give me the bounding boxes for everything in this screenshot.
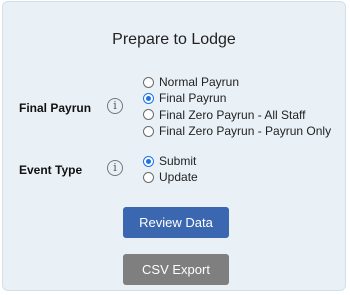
radio-final-zero-payrun-all-staff[interactable] — [143, 109, 154, 121]
event-type-radio-group: Submit Update — [143, 153, 198, 186]
final-payrun-label: Final Payrun — [19, 101, 92, 115]
radio-update[interactable] — [143, 171, 154, 183]
event-type-label: Event Type — [19, 163, 83, 177]
radio-option-normal-payrun[interactable]: Normal Payrun — [143, 74, 331, 90]
radio-label-final-zero-payrun-all-staff: Final Zero Payrun - All Staff — [159, 107, 306, 122]
panel-title: Prepare to Lodge — [112, 31, 236, 48]
radio-label-final-payrun: Final Payrun — [159, 91, 227, 106]
radio-final-zero-payrun-payrun-only[interactable] — [143, 125, 154, 137]
radio-normal-payrun[interactable] — [143, 76, 154, 88]
final-payrun-radio-group: Normal Payrun Final Payrun Final Zero Pa… — [143, 74, 331, 139]
radio-final-payrun[interactable] — [143, 92, 154, 104]
radio-option-submit[interactable]: Submit — [143, 153, 198, 169]
review-data-button[interactable]: Review Data — [123, 207, 229, 238]
radio-option-final-zero-payrun-payrun-only[interactable]: Final Zero Payrun - Payrun Only — [143, 123, 331, 139]
event-type-info-icon[interactable]: i — [107, 160, 123, 176]
radio-label-update: Update — [159, 170, 198, 185]
radio-submit[interactable] — [143, 155, 154, 167]
csv-export-button[interactable]: CSV Export — [123, 254, 229, 285]
radio-label-final-zero-payrun-payrun-only: Final Zero Payrun - Payrun Only — [159, 124, 332, 139]
radio-option-update[interactable]: Update — [143, 169, 198, 185]
prepare-to-lodge-panel: Prepare to Lodge Final Payrun i Normal P… — [2, 1, 346, 291]
radio-option-final-zero-payrun-all-staff[interactable]: Final Zero Payrun - All Staff — [143, 107, 331, 123]
radio-label-submit: Submit — [159, 154, 197, 169]
radio-label-normal-payrun: Normal Payrun — [159, 75, 240, 90]
radio-option-final-payrun[interactable]: Final Payrun — [143, 90, 331, 106]
final-payrun-info-icon[interactable]: i — [107, 98, 123, 114]
